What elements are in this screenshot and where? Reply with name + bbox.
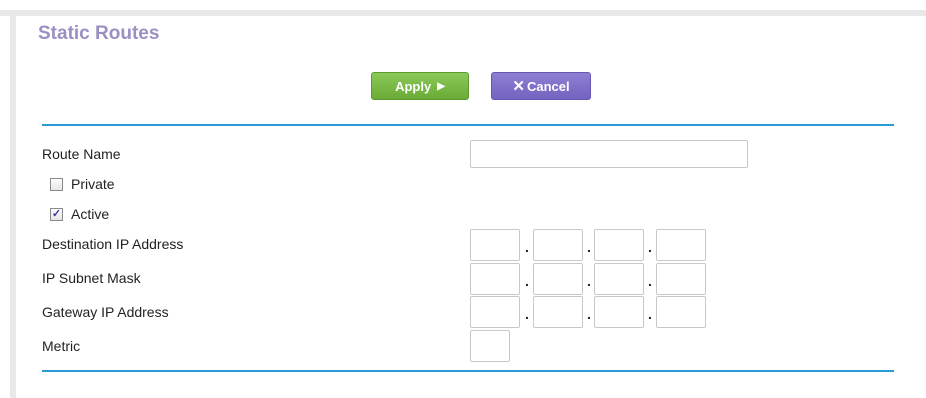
subnet-mask-octet-1[interactable]	[470, 263, 520, 295]
destination-ip-label: Destination IP Address	[42, 236, 184, 252]
active-option[interactable]: ✓ Active	[50, 206, 109, 222]
ip-separator: .	[648, 306, 652, 322]
ip-separator: .	[648, 273, 652, 289]
destination-ip-octet-1[interactable]	[470, 229, 520, 261]
subnet-mask-label: IP Subnet Mask	[42, 270, 141, 286]
cancel-label: Cancel	[526, 78, 570, 94]
ip-separator: .	[525, 273, 529, 289]
gateway-ip-octet-1[interactable]	[470, 296, 520, 328]
static-routes-page: Static Routes Apply ▶ ✕ Cancel Route Nam…	[0, 0, 926, 398]
play-arrow-icon: ▶	[437, 80, 445, 92]
page-title: Static Routes	[38, 23, 160, 44]
private-label: Private	[71, 176, 115, 192]
section-divider-top	[42, 124, 894, 126]
gateway-ip-octet-2[interactable]	[533, 296, 583, 328]
private-checkbox[interactable]	[50, 177, 63, 191]
subnet-mask-octet-3[interactable]	[594, 263, 644, 295]
private-option[interactable]: Private	[50, 176, 115, 192]
active-label: Active	[71, 206, 110, 222]
metric-input[interactable]	[470, 330, 510, 362]
gateway-ip-octet-3[interactable]	[594, 296, 644, 328]
left-border	[10, 10, 16, 398]
checkmark-icon: ✓	[51, 207, 62, 220]
subnet-mask-octet-4[interactable]	[656, 263, 706, 295]
close-x-icon: ✕	[512, 78, 525, 95]
destination-ip-octet-2[interactable]	[533, 229, 583, 261]
gateway-ip-octet-4[interactable]	[656, 296, 706, 328]
destination-ip-octet-3[interactable]	[594, 229, 644, 261]
gateway-ip-label: Gateway IP Address	[42, 304, 169, 320]
top-border	[0, 10, 926, 16]
destination-ip-octet-4[interactable]	[656, 229, 706, 261]
subnet-mask-octet-2[interactable]	[533, 263, 583, 295]
ip-separator: .	[525, 239, 529, 255]
cancel-button[interactable]: ✕ Cancel	[491, 72, 591, 100]
active-checkbox[interactable]: ✓	[50, 207, 63, 221]
ip-separator: .	[648, 239, 652, 255]
route-name-input[interactable]	[470, 140, 748, 168]
apply-label: Apply	[395, 78, 432, 94]
section-divider-bottom	[42, 370, 894, 372]
apply-button[interactable]: Apply ▶	[371, 72, 469, 100]
ip-separator: .	[525, 306, 529, 322]
metric-label: Metric	[42, 338, 81, 354]
route-name-label: Route Name	[42, 146, 121, 162]
